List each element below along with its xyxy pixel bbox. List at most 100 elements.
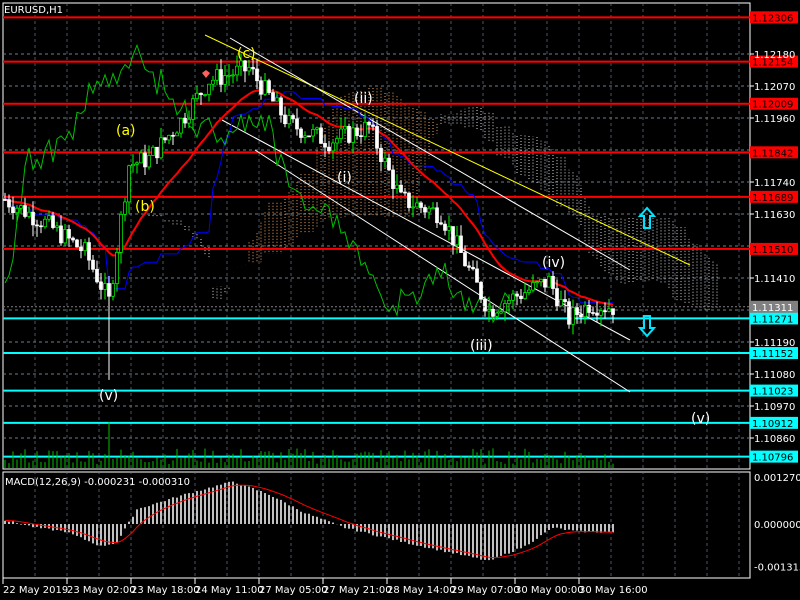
candle-body [435,207,439,224]
candle-body [27,211,31,217]
time-axis-label: 22 May 2019 [3,585,68,596]
price-axis-label: 1.10970 [754,402,795,413]
candle-body [599,310,603,316]
candle-body [3,199,7,201]
candle-body [499,311,503,314]
candle-body [543,278,547,288]
candle-body [267,80,271,93]
time-axis-label: 30 May 16:00 [579,585,648,596]
price-axis-label: 1.11190 [754,338,795,349]
candle-body [571,307,575,325]
candle-body [127,165,131,203]
candle-body [575,307,579,316]
candle-body [71,237,75,241]
candle-body [207,83,211,95]
candle-body [371,124,375,127]
candle-body [547,275,551,288]
candle-body [463,252,467,267]
candle-body [55,225,59,228]
candle-body [611,308,615,315]
candle-body [59,225,63,244]
candle-body [179,118,183,134]
candle-body [555,288,559,307]
candle-body [351,127,355,143]
candle-body [391,169,395,189]
candle-body [255,68,259,82]
support-level-label: 1.10912 [752,419,793,430]
candle-body [563,299,567,303]
macd-axis-label: 0.001270 [754,473,800,484]
candle-body [111,283,115,297]
candle-body [507,300,511,304]
candle-body [183,118,187,124]
candle-body [503,303,507,313]
candle-body [195,92,199,99]
wave-label-i: (i) [337,170,352,186]
candle-body [231,74,235,77]
resistance-level-label: 1.12009 [752,100,793,111]
candle-body [479,281,483,300]
arrow-up-icon[interactable] [637,206,657,229]
candle-body [227,74,231,77]
candle-body [223,75,227,85]
candle-body [119,214,123,253]
candle-body [251,67,255,70]
candle-body [63,229,67,244]
candle-body [247,67,251,72]
volume-bars [4,422,614,468]
wave-label-iv: (iv) [542,255,565,271]
candle-body [531,282,535,291]
candle-body [87,242,91,261]
candle-body [491,308,495,317]
candle-body [443,223,447,231]
chart-title: EURUSD,H1 [4,5,63,16]
candle-body [163,137,167,141]
candle-body [515,293,519,297]
candle-body [375,126,379,149]
candle-body [451,226,455,246]
candle-body [359,135,363,138]
price-axis-label: 1.12070 [754,82,795,93]
macd-histogram [4,481,614,561]
candle-body [243,60,247,72]
candle-body [327,146,331,152]
candle-body [439,222,443,225]
channel-upper-line[interactable] [229,37,631,271]
support-level-label: 1.10796 [752,453,793,464]
candle-body [219,69,223,85]
candle-body [275,97,279,102]
candle-body [319,127,323,144]
candle-body [447,226,451,231]
candle-body [11,206,15,214]
candle-body [527,289,531,293]
time-axis-label: 24 May 11:00 [195,585,264,596]
candle-body [343,126,347,130]
wave-label-a: (a) [116,123,136,139]
macd-axis-label: -0.001315 [754,563,800,574]
candle-body [75,239,79,248]
candle-body [99,281,103,290]
candle-body [551,275,555,289]
resistance-level-label: 1.11689 [752,193,793,204]
price-axis-label: 1.11630 [754,210,795,221]
candle-body [567,301,571,325]
candle-body [315,127,319,130]
candle-body [67,229,71,239]
candle-body [167,134,171,141]
candle-body [423,207,427,213]
candle-body [103,283,107,290]
chart-canvas[interactable]: 1.123061.121541.120091.118421.116891.115… [0,0,800,600]
candle-body [331,142,335,152]
price-axis-label: 1.11960 [754,114,795,125]
candle-body [303,135,307,138]
candle-body [211,79,215,85]
candle-body [559,299,563,307]
candle-body [419,202,423,208]
candle-body [19,205,23,209]
candle-body [191,98,195,120]
candle-body [259,80,263,95]
price-axis-label: 1.11080 [754,370,795,381]
candle-body [171,134,175,137]
support-level-label: 1.11023 [752,387,793,398]
candle-body [187,118,191,124]
